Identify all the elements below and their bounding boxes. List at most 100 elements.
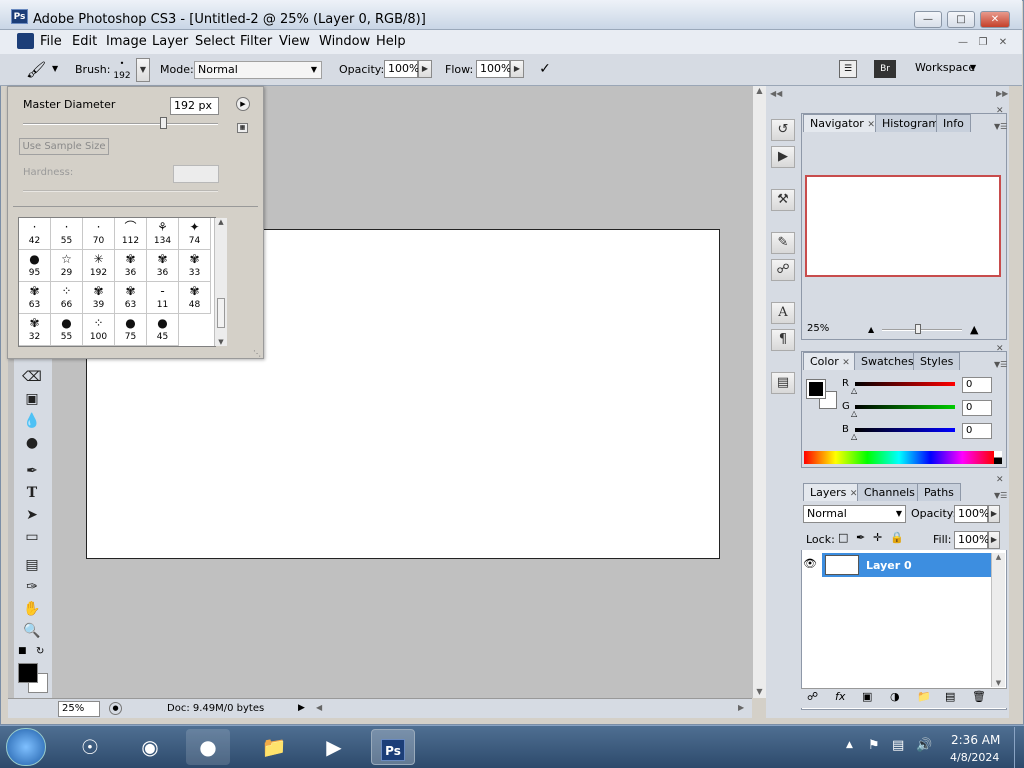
master-diameter-slider[interactable] [23,123,218,125]
tab-color[interactable]: Color ✕ [803,352,857,370]
status-arrow-icon[interactable]: ▶ [298,703,305,713]
red-input[interactable]: 0 [962,377,992,393]
tab-navigator[interactable]: Navigator ✕ [803,114,882,132]
messenger-icon[interactable]: ● [186,729,230,765]
scroll-down-icon[interactable]: ▼ [215,338,227,346]
menu-view[interactable]: View [279,34,310,49]
brush-preset[interactable]: ✾ 48 [179,282,211,314]
close-button[interactable]: ✕ [980,11,1010,28]
navigator-slider-thumb[interactable] [915,324,921,334]
lock-image-icon[interactable]: ✒ [856,531,865,544]
flow-slider-button[interactable]: ▶ [510,60,524,78]
blur-tool-icon[interactable]: 💧 [20,411,44,431]
document-icon[interactable] [17,33,34,49]
scroll-left-icon[interactable]: ◀ [316,703,322,712]
menu-filter[interactable]: Filter [240,34,272,49]
panels-expand-icon[interactable]: ▶▶ [996,89,1008,98]
foreground-color-swatch[interactable] [806,379,826,399]
media-player-icon[interactable]: ▶ [312,729,356,765]
zoom-in-icon[interactable]: ▲ [970,323,978,336]
scroll-right-icon[interactable]: ▶ [738,703,744,712]
tab-swatches[interactable]: Swatches [854,352,921,370]
tab-channels[interactable]: Channels [857,483,922,501]
character-icon[interactable]: A [771,302,795,324]
slider-thumb-icon[interactable]: △ [851,386,857,395]
bridge-icon[interactable]: Br [874,60,896,78]
brush-tool-icon[interactable]: 🖌 [26,60,54,80]
history-icon[interactable]: ↺ [771,119,795,141]
foreground-color-swatch[interactable] [18,663,38,683]
status-menu-icon[interactable]: ● [109,702,122,715]
brush-preset[interactable]: ⌒ 112 [115,218,147,250]
layer-opacity-input[interactable]: 100% [954,505,989,523]
new-layer-icon[interactable]: ▤ [945,690,955,703]
visibility-eye-icon[interactable]: 👁 [803,557,817,570]
master-diameter-slider-thumb[interactable] [160,117,168,129]
new-group-icon[interactable]: 📁 [917,690,931,703]
master-diameter-input[interactable]: 192 px [170,97,219,115]
brush-grid-scrollbar[interactable]: ▲ ▼ [214,218,227,346]
pen-tool-icon[interactable]: ✒ [20,461,44,481]
brush-preset[interactable]: ✾ 33 [179,250,211,282]
brush-preset[interactable]: ● 75 [115,314,147,346]
palette-well-icon[interactable]: ☰ [839,60,857,78]
scroll-thumb[interactable] [217,298,225,328]
dock-collapse-icon[interactable]: ◀◀ [770,89,782,98]
lock-position-icon[interactable]: ✛ [873,531,882,544]
delete-layer-icon[interactable]: 🗑 [972,690,986,703]
menu-help[interactable]: Help [376,34,406,49]
internet-explorer-icon[interactable]: ☉ [68,729,112,765]
menu-edit[interactable]: Edit [72,34,97,49]
clone-source-icon[interactable]: ☍ [771,259,795,281]
panel-menu-icon[interactable]: ▼☰ [994,491,1007,500]
brush-menu-arrow-icon[interactable]: ▶ [236,97,250,111]
lock-transparency-icon[interactable]: □ [838,531,848,544]
minimize-button[interactable]: — [914,11,942,28]
airbrush-icon[interactable]: ✓ [534,58,556,80]
blue-input[interactable]: 0 [962,423,992,439]
swap-colors-icon[interactable]: ↻ [36,646,44,657]
brush-preset[interactable]: ● 45 [147,314,179,346]
use-sample-size-button[interactable]: Use Sample Size [19,138,109,155]
eraser-tool-icon[interactable]: ⌫ [20,367,44,387]
fill-slider-button[interactable]: ▶ [988,531,1000,549]
panel-close-icon[interactable]: ✕ [996,475,1004,485]
brush-preset[interactable]: ⁘ 100 [83,314,115,346]
tab-paths[interactable]: Paths [917,483,961,501]
resize-grip-icon[interactable]: ⋱ [253,349,261,358]
doc-minimize-button[interactable]: — [955,35,971,50]
blue-slider[interactable] [855,428,955,432]
navigator-zoom[interactable]: 25% [804,322,859,337]
brush-preset[interactable]: ☆ 29 [51,250,83,282]
flow-input[interactable]: 100% [476,60,511,78]
fill-input[interactable]: 100% [954,531,989,549]
start-button[interactable] [6,728,46,766]
scroll-down-icon[interactable]: ▼ [992,679,1005,687]
brush-picker-button[interactable]: ▼ [136,58,150,82]
layer-comps-icon[interactable]: ▤ [771,372,795,394]
panel-menu-icon[interactable]: ▼☰ [994,360,1007,369]
panel-menu-icon[interactable]: ▼☰ [994,122,1007,131]
brush-preset[interactable]: · 42 [19,218,51,250]
adjustment-layer-icon[interactable]: ◑ [890,690,900,703]
brushes-icon[interactable]: ✎ [771,232,795,254]
path-selection-tool-icon[interactable]: ➤ [20,505,44,525]
photoshop-taskbar-button[interactable]: Ps [371,729,415,765]
eyedropper-tool-icon[interactable]: ✑ [20,577,44,597]
scroll-up-icon[interactable]: ▲ [215,218,227,226]
app-icon[interactable]: Ps [11,9,28,24]
color-ramp[interactable] [804,451,994,464]
opacity-input[interactable]: 100% [384,60,419,78]
brush-preset[interactable]: ✾ 63 [115,282,147,314]
doc-close-button[interactable]: ✕ [995,35,1011,50]
menu-image[interactable]: Image [106,34,147,49]
brush-preset[interactable]: ✾ 63 [19,282,51,314]
brush-preset[interactable]: ● 55 [51,314,83,346]
canvas-vertical-scrollbar[interactable]: ▲ ▼ [752,86,766,698]
brush-preset[interactable]: ● 95 [19,250,51,282]
brush-preset[interactable]: ✳ 192 [83,250,115,282]
red-slider[interactable] [855,382,955,386]
clock-time[interactable]: 2:36 AM [951,733,1000,747]
tool-presets-icon[interactable]: ⚒ [771,189,795,211]
brush-preset[interactable]: ✾ 36 [147,250,179,282]
